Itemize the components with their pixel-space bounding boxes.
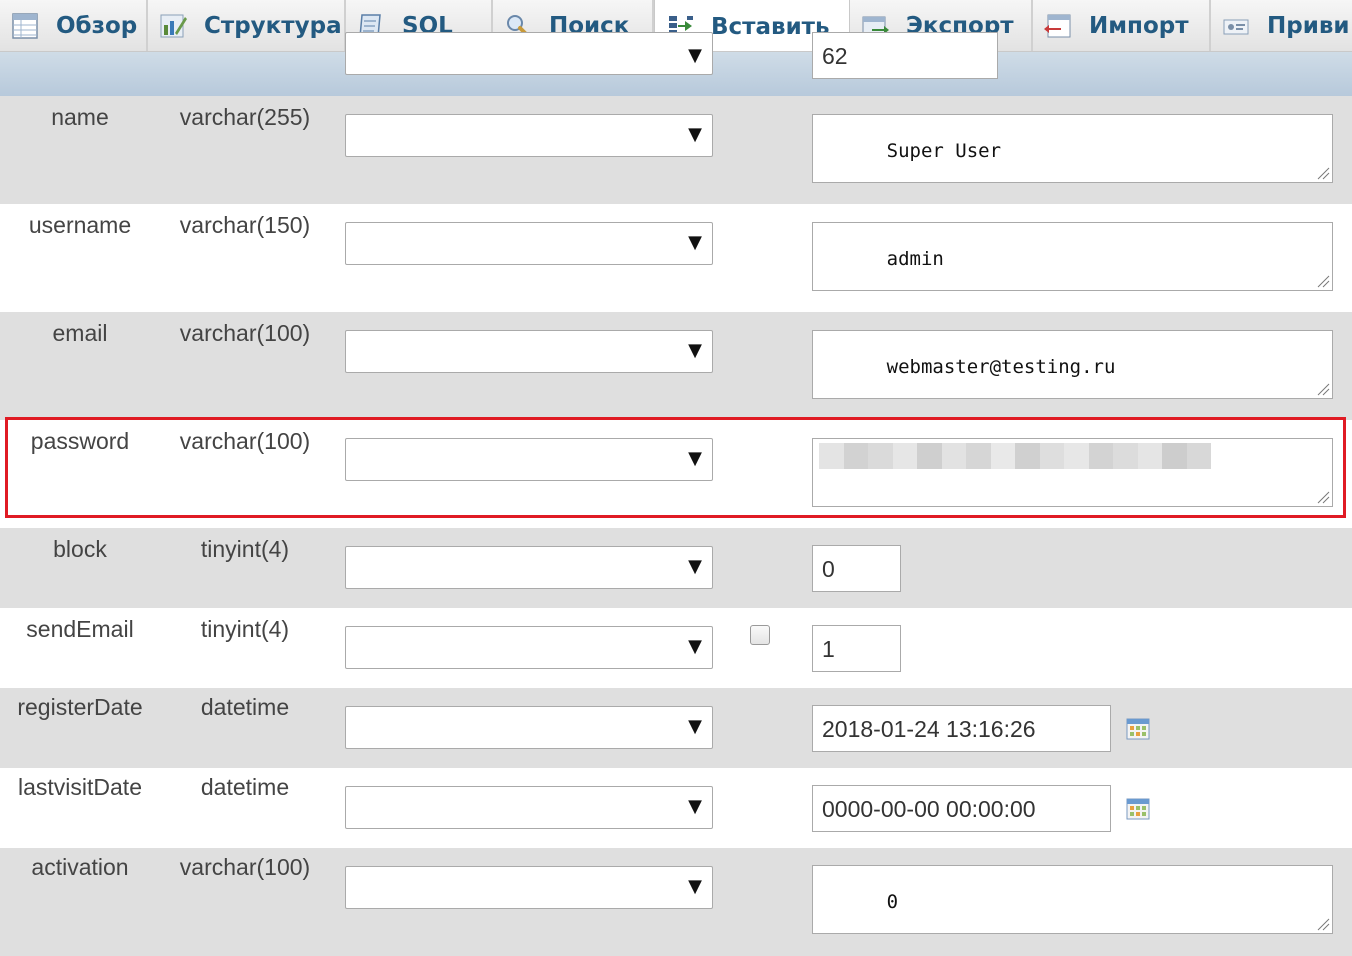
- table-row: activation varchar(100) ▼ 0: [0, 848, 1352, 956]
- value-text: admin: [886, 248, 944, 270]
- value-textarea[interactable]: Super User: [812, 114, 1333, 183]
- value-text: 0: [886, 891, 899, 913]
- function-select[interactable]: ▼: [345, 114, 713, 157]
- column-name: password: [30, 428, 130, 454]
- resize-handle-icon[interactable]: [1316, 490, 1330, 504]
- value-text: 2018-01-24 13:16:26: [822, 716, 1036, 742]
- column-name: sendEmail: [26, 616, 134, 642]
- column-type: varchar(100): [179, 428, 311, 454]
- value-text: 0000-00-00 00:00:00: [822, 796, 1036, 822]
- value-text: 0: [822, 556, 835, 582]
- column-name: lastvisitDate: [18, 774, 142, 800]
- column-type: varchar(150): [179, 212, 311, 238]
- tab-structure[interactable]: Структура: [148, 0, 346, 51]
- resize-handle-icon[interactable]: [1316, 166, 1330, 180]
- function-select[interactable]: ▼: [345, 546, 713, 589]
- function-select[interactable]: ▼: [345, 866, 713, 909]
- password-value-textarea[interactable]: [812, 438, 1333, 507]
- function-select[interactable]: ▼: [345, 222, 713, 265]
- dropdown-arrow-icon: ▼: [688, 124, 702, 145]
- dropdown-arrow-icon: ▼: [688, 340, 702, 361]
- dropdown-arrow-icon: ▼: [688, 876, 702, 897]
- tab-privileges[interactable]: Приви: [1211, 0, 1352, 51]
- dropdown-arrow-icon: ▼: [688, 716, 702, 737]
- column-name: username: [28, 212, 132, 238]
- column-type: varchar(100): [179, 854, 311, 880]
- table-row: registerDate datetime ▼ 2018-01-24 13:16…: [0, 688, 1352, 768]
- tab-label: Структура: [204, 13, 342, 39]
- dropdown-arrow-icon: ▼: [688, 45, 702, 66]
- value-text: webmaster@testing.ru: [886, 356, 1116, 378]
- value-text: Super User: [886, 140, 1002, 162]
- column-type: varchar(255): [179, 104, 311, 130]
- value-input[interactable]: 62: [812, 32, 998, 79]
- privileges-icon: [1223, 19, 1249, 35]
- tab-label: Обзор: [56, 13, 138, 39]
- table-row: sendEmail tinyint(4) ▼ 1: [0, 608, 1352, 688]
- function-select[interactable]: ▼: [345, 786, 713, 829]
- datetime-input[interactable]: 0000-00-00 00:00:00: [812, 785, 1111, 832]
- function-select[interactable]: ▼: [345, 438, 713, 481]
- resize-handle-icon[interactable]: [1316, 917, 1330, 931]
- value-text: 62: [822, 43, 848, 69]
- insert-form: ▼ 62 name varchar(255) ▼ Super User user…: [0, 32, 1352, 956]
- dropdown-arrow-icon: ▼: [688, 448, 702, 469]
- table-row: username varchar(150) ▼ admin: [0, 204, 1352, 312]
- dropdown-arrow-icon: ▼: [688, 232, 702, 253]
- value-text: 1: [822, 636, 835, 662]
- table-row-password: password varchar(100) ▼: [0, 420, 1352, 528]
- column-name: email: [52, 320, 108, 346]
- value-textarea[interactable]: 0: [812, 865, 1333, 934]
- browse-icon: [12, 13, 38, 39]
- dropdown-arrow-icon: ▼: [688, 796, 702, 817]
- table-row: ▼ 62: [0, 32, 1352, 96]
- dropdown-arrow-icon: ▼: [688, 556, 702, 577]
- import-icon: [1044, 14, 1071, 38]
- column-type: varchar(100): [179, 320, 311, 346]
- dropdown-arrow-icon: ▼: [688, 636, 702, 657]
- table-row: email varchar(100) ▼ webmaster@testing.r…: [0, 312, 1352, 420]
- calendar-icon[interactable]: [1126, 717, 1150, 741]
- column-type: datetime: [200, 694, 290, 720]
- tab-label: Приви: [1267, 13, 1350, 39]
- value-textarea[interactable]: admin: [812, 222, 1333, 291]
- tab-browse[interactable]: Обзор: [0, 0, 148, 51]
- column-name: activation: [31, 854, 129, 880]
- tab-import[interactable]: Импорт: [1033, 0, 1211, 51]
- datetime-input[interactable]: 2018-01-24 13:16:26: [812, 705, 1111, 752]
- column-type: tinyint(4): [200, 536, 290, 562]
- column-type: tinyint(4): [200, 616, 290, 642]
- tab-label: Импорт: [1089, 13, 1189, 39]
- function-select[interactable]: ▼: [345, 32, 713, 75]
- function-select[interactable]: ▼: [345, 330, 713, 373]
- column-name: name: [51, 104, 109, 130]
- resize-handle-icon[interactable]: [1316, 382, 1330, 396]
- column-name: block: [53, 536, 107, 562]
- function-select[interactable]: ▼: [345, 626, 713, 669]
- table-row: name varchar(255) ▼ Super User: [0, 96, 1352, 204]
- column-name: registerDate: [17, 694, 143, 720]
- table-row: block tinyint(4) ▼ 0: [0, 528, 1352, 608]
- function-select[interactable]: ▼: [345, 706, 713, 749]
- table-row: lastvisitDate datetime ▼ 0000-00-00 00:0…: [0, 768, 1352, 848]
- value-input[interactable]: 0: [812, 545, 901, 592]
- blurred-password: [819, 443, 1211, 469]
- value-input[interactable]: 1: [812, 625, 901, 672]
- value-textarea[interactable]: webmaster@testing.ru: [812, 330, 1333, 399]
- null-checkbox[interactable]: [750, 625, 770, 645]
- column-type: datetime: [200, 774, 290, 800]
- structure-icon: [160, 14, 187, 38]
- calendar-icon[interactable]: [1126, 797, 1150, 821]
- resize-handle-icon[interactable]: [1316, 274, 1330, 288]
